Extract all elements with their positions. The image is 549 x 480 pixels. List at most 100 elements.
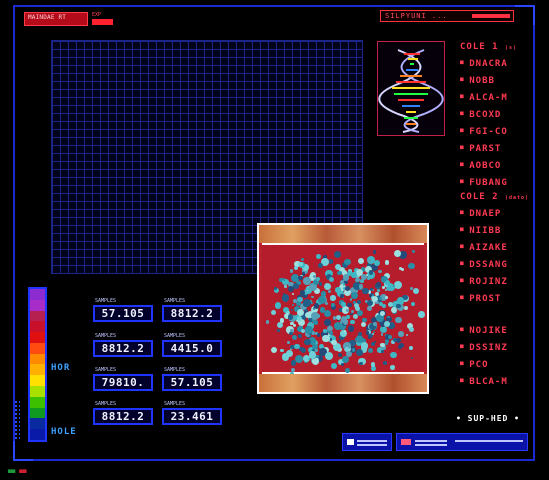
texture-speck [296, 308, 304, 316]
scale-segment [30, 364, 45, 376]
micrograph-viewer[interactable] [257, 223, 429, 394]
scale-label-high: HOR [51, 363, 71, 373]
side-item[interactable]: FUBANG [460, 173, 540, 190]
group2-heading: COLE 2 (dato) [460, 190, 540, 204]
title-bar: SILPYUNI ... [380, 10, 514, 22]
texture-speck [367, 347, 373, 353]
texture-speck [388, 335, 392, 339]
texture-speck [410, 356, 413, 359]
legend-button-1[interactable] [342, 433, 392, 451]
texture-speck [274, 301, 282, 309]
texture-speck [342, 307, 346, 311]
side-item[interactable]: DNACRA [460, 54, 540, 71]
texture-speck [377, 289, 381, 293]
group2-heading-suffix: (dato) [504, 195, 529, 201]
texture-speck [280, 318, 285, 323]
texture-speck [403, 305, 409, 311]
value-caption: SAMPLES [95, 401, 117, 407]
texture-speck [380, 350, 384, 354]
value-readout: 79810. [93, 374, 153, 391]
texture-speck [394, 281, 403, 290]
texture-speck [346, 350, 353, 357]
side-item[interactable]: NOJIKE [460, 321, 540, 338]
texture-speck [374, 341, 377, 344]
logo-badge-bar [92, 19, 113, 25]
texture-speck [280, 348, 284, 352]
side-item[interactable]: DNAEP [460, 204, 540, 221]
texture-speck [304, 339, 311, 346]
side-item[interactable]: ALCA-M [460, 88, 540, 105]
texture-speck [389, 365, 395, 370]
value-caption: SAMPLES [95, 333, 117, 339]
texture-speck [300, 347, 307, 353]
side-item[interactable]: DSSANG [460, 255, 540, 272]
side-item[interactable]: BCOXD [460, 105, 540, 122]
texture-speck [265, 320, 270, 324]
side-item[interactable]: NOBB [460, 71, 540, 88]
texture-speck [345, 367, 351, 373]
texture-speck [366, 331, 370, 335]
value-readout: 57.105 [93, 305, 153, 322]
texture-speck [290, 309, 294, 312]
side-item[interactable]: BLCA-M [460, 372, 540, 389]
texture-speck [323, 310, 331, 318]
texture-speck [315, 276, 320, 281]
legend-swatch-2 [401, 439, 411, 445]
texture-speck [334, 263, 341, 270]
texture-speck [303, 277, 311, 285]
texture-speck [291, 367, 296, 372]
texture-speck [371, 332, 374, 335]
texture-speck [281, 294, 290, 302]
texture-speck [318, 282, 323, 286]
texture-speck [410, 301, 416, 307]
scale-label-low: HOLE [51, 427, 77, 437]
side-item[interactable]: PROST [460, 289, 540, 306]
side-item[interactable]: PARST [460, 139, 540, 156]
scale-segment [30, 299, 45, 311]
texture-speck [324, 352, 333, 361]
side-item[interactable]: AOBCO [460, 156, 540, 173]
side-item[interactable]: FGI-CO [460, 122, 540, 139]
side-item[interactable]: PCO [460, 355, 540, 372]
scale-segment [30, 418, 45, 430]
texture-speck [396, 303, 401, 308]
texture-speck [328, 259, 334, 265]
legend-line-2a [415, 440, 447, 442]
texture-speck [283, 284, 288, 289]
scale-segment [30, 321, 45, 333]
texture-speck [316, 332, 321, 337]
value-readout: 8812.2 [162, 305, 222, 322]
side-item[interactable]: AIZAKE [460, 238, 540, 255]
texture-speck [409, 345, 414, 350]
texture-speck [398, 343, 405, 349]
texture-speck [341, 362, 345, 367]
scale-segment [30, 310, 45, 322]
app-logo: MAINDAE RT [24, 12, 88, 26]
side-item[interactable]: DSSINZ [460, 338, 540, 355]
texture-speck [344, 259, 351, 266]
texture-speck [335, 287, 341, 293]
texture-speck [383, 320, 390, 327]
texture-speck [409, 327, 415, 333]
texture-speck [343, 330, 347, 333]
side-item[interactable]: NIIBB [460, 221, 540, 238]
value-caption: SAMPLES [164, 401, 186, 407]
texture-speck [291, 303, 294, 306]
texture-speck [330, 295, 336, 301]
texture-speck [359, 361, 363, 365]
texture-speck [331, 362, 337, 369]
texture-speck [298, 333, 303, 338]
scale-segment [30, 342, 45, 354]
scale-segment [30, 386, 45, 397]
legend-button-2[interactable] [396, 433, 528, 451]
texture-speck [408, 262, 416, 270]
texture-speck [291, 334, 298, 340]
side-item[interactable]: ROJINZ [460, 272, 540, 289]
texture-speck [393, 250, 401, 258]
texture-speck [277, 328, 281, 332]
texture-speck [289, 269, 294, 273]
texture-speck [371, 295, 378, 302]
value-cell: SAMPLES 79810. [93, 367, 153, 391]
dna-thumbnail[interactable] [377, 41, 445, 136]
image-band-bottom [259, 374, 427, 392]
